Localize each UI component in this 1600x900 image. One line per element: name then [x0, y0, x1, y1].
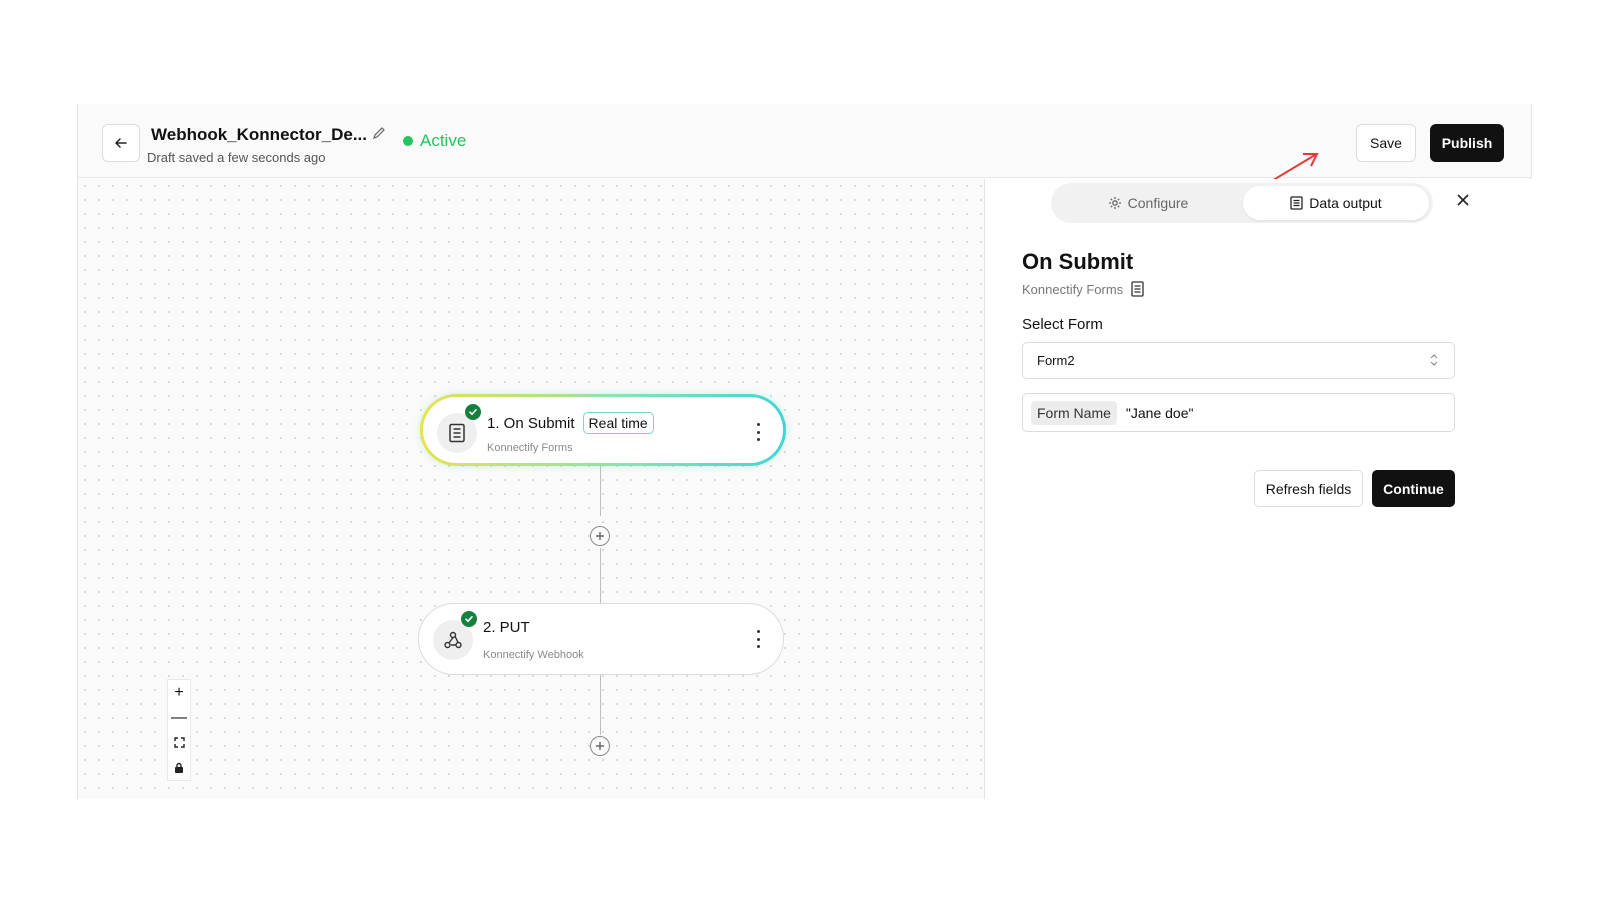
form-icon — [449, 423, 465, 443]
zoom-controls: + — — [167, 679, 191, 781]
fit-view-button[interactable] — [168, 730, 190, 755]
form-icon — [1131, 281, 1144, 297]
add-step-button[interactable] — [590, 526, 610, 546]
connector-line — [600, 675, 601, 735]
node-title: 2. PUT — [483, 619, 530, 636]
tab-data-output[interactable]: Data output — [1243, 186, 1429, 220]
check-icon — [461, 611, 477, 627]
plus-icon — [596, 742, 604, 750]
node-menu-icon[interactable] — [753, 630, 763, 648]
node-menu-icon[interactable] — [753, 423, 763, 441]
panel-subtitle: Konnectify Forms — [1022, 281, 1144, 297]
realtime-badge: Real time — [582, 412, 654, 434]
field-value: "Jane doe" — [1125, 404, 1194, 421]
connector-line — [600, 466, 601, 516]
panel-tabs: Configure Data output — [1051, 183, 1433, 223]
fit-view-icon — [173, 737, 185, 748]
draft-status-text: Draft saved a few seconds ago — [147, 150, 326, 165]
tab-label: Configure — [1127, 195, 1189, 211]
node-title-text: 2. PUT — [483, 619, 530, 636]
workflow-title: Webhook_Konnector_De... — [151, 125, 367, 144]
app-name: Konnectify Forms — [1022, 281, 1124, 297]
lock-button[interactable] — [168, 755, 190, 780]
form-select[interactable]: Form2 — [1022, 342, 1455, 379]
document-icon — [1290, 196, 1303, 210]
connector-line — [600, 548, 601, 603]
node-app-name: Konnectify Forms — [487, 442, 573, 454]
gear-icon — [1108, 197, 1121, 209]
form-select-value: Form2 — [1037, 353, 1075, 368]
plus-icon — [596, 532, 604, 540]
workflow-node-trigger[interactable]: 1. On Submit Real time Konnectify Forms — [420, 394, 786, 466]
output-field-row: Form Name "Jane doe" — [1022, 393, 1455, 432]
lock-icon — [175, 762, 183, 773]
select-form-label: Select Form — [1022, 316, 1103, 333]
zoom-in-button[interactable]: + — [168, 680, 190, 705]
step-details-panel: Configure Data output On Submit Konnecti… — [984, 179, 1532, 799]
node-title: 1. On Submit Real time — [487, 412, 654, 434]
workflow-editor: Webhook_Konnector_De... Draft saved a fe… — [77, 104, 1532, 799]
tab-label: Data output — [1309, 195, 1382, 211]
panel-title: On Submit — [1022, 249, 1134, 274]
back-button[interactable] — [102, 124, 140, 162]
editor-header: Webhook_Konnector_De... Draft saved a fe… — [78, 104, 1531, 192]
arrow-left-icon — [115, 138, 127, 148]
zoom-out-button[interactable]: — — [168, 705, 190, 730]
close-icon[interactable] — [1456, 193, 1470, 207]
save-button[interactable]: Save — [1356, 124, 1416, 162]
check-icon — [465, 404, 481, 420]
status-label: Active — [420, 131, 467, 150]
refresh-fields-button[interactable]: Refresh fields — [1254, 470, 1363, 507]
node-title-text: 1. On Submit — [487, 414, 575, 432]
field-name-tag: Form Name — [1031, 400, 1117, 425]
node-app-name: Konnectify Webhook — [483, 649, 584, 661]
status-indicator: Active — [403, 131, 466, 151]
status-dot-icon — [403, 136, 413, 146]
tab-configure[interactable]: Configure — [1055, 186, 1241, 220]
webhook-icon — [444, 631, 462, 649]
pencil-icon[interactable] — [372, 126, 386, 140]
workflow-node-action[interactable]: 2. PUT Konnectify Webhook — [418, 603, 784, 675]
workflow-canvas[interactable]: 1. On Submit Real time Konnectify Forms … — [78, 179, 984, 799]
continue-button[interactable]: Continue — [1372, 470, 1455, 507]
add-step-button[interactable] — [590, 736, 610, 756]
chevron-up-down-icon — [1430, 354, 1438, 366]
publish-button[interactable]: Publish — [1430, 124, 1504, 162]
